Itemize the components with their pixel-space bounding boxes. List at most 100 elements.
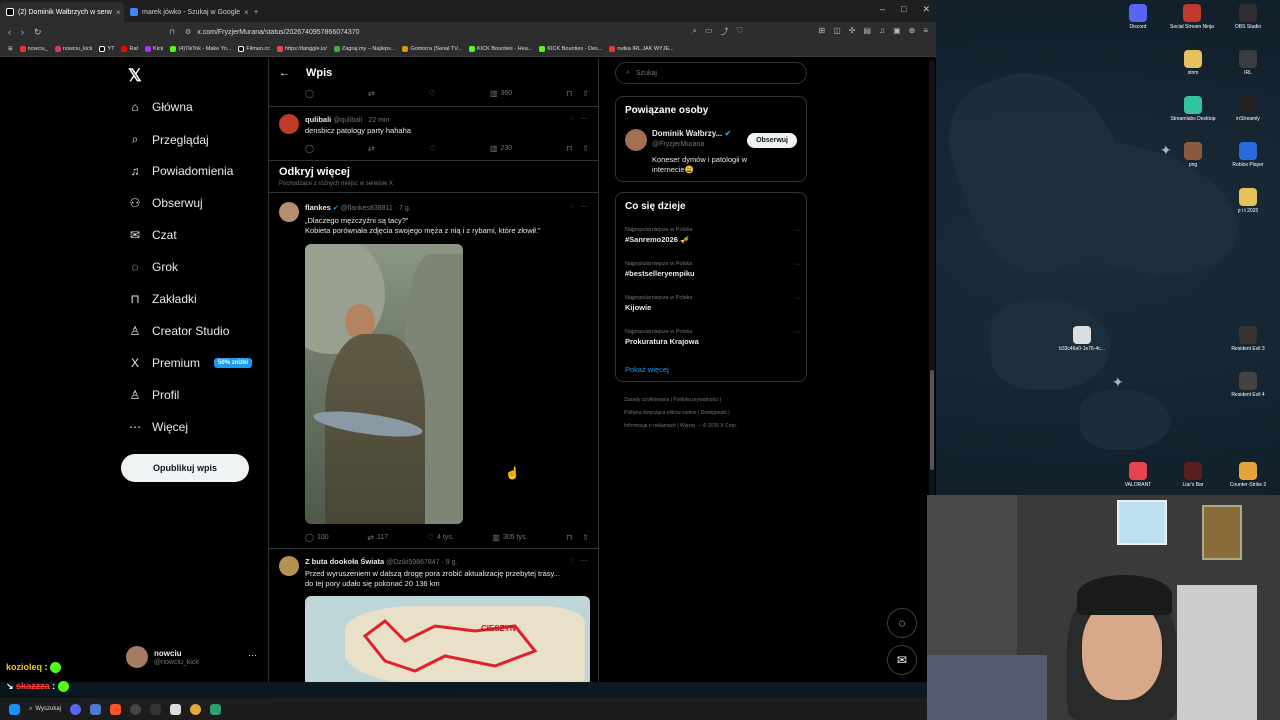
desktop-icon[interactable]: Roblox Player — [1218, 142, 1278, 168]
forward-icon[interactable]: › — [21, 27, 24, 38]
apps-icon[interactable]: ⊞ — [8, 46, 13, 52]
like-button[interactable]: ♡ 4 tys. — [427, 533, 454, 542]
wallet-icon[interactable]: ▣ — [893, 26, 901, 37]
sidebar-item-główna[interactable]: ⌂ Główna — [128, 100, 192, 114]
close-window-icon[interactable]: ✕ — [922, 4, 930, 15]
share-icon[interactable]: ⇧ — [582, 144, 589, 153]
bookmark-item[interactable]: Zagraj.my – Najleps... — [333, 46, 395, 52]
more-icon[interactable]: ··· — [248, 650, 257, 660]
desktop-icon[interactable]: VALORANT — [1108, 462, 1168, 488]
sidebar-item-grok[interactable]: ◌ Grok — [128, 260, 178, 274]
brave-shield-icon[interactable]: ⛉ — [737, 26, 743, 37]
messages-fab-icon[interactable]: ✉ — [887, 645, 917, 675]
more-icon[interactable]: ··· — [794, 329, 801, 336]
publish-button[interactable]: Opublikuj wpis — [121, 454, 249, 482]
minimize-icon[interactable]: – — [880, 4, 885, 15]
more-icon[interactable]: ··· — [794, 227, 801, 234]
author-handle[interactable]: @qulibali — [333, 117, 362, 124]
discord-taskbar-icon[interactable] — [70, 703, 81, 715]
views-button[interactable]: ▥ 305 tys. — [492, 533, 527, 542]
maximize-icon[interactable]: □ — [901, 4, 906, 15]
views-button[interactable]: ▥ 360 — [490, 89, 512, 98]
grok-icon[interactable]: ◌ — [569, 556, 574, 565]
bookmark-item[interactable]: Rat — [121, 46, 138, 52]
grok-icon[interactable]: ◌ — [569, 114, 574, 123]
reply-button[interactable]: ◯ 100 — [305, 533, 329, 542]
author-handle[interactable]: @flankes838811 — [341, 205, 393, 212]
author-name[interactable]: Z buta dookoła Świata — [305, 557, 384, 566]
desktop-icon[interactable]: Streamlabs Desktop — [1163, 96, 1223, 122]
author-handle[interactable]: @Dziki59867847 — [386, 559, 439, 566]
obs-taskbar-icon[interactable] — [130, 703, 141, 715]
footer-link[interactable]: Polityka dotycząca plików cookie | Dostę… — [624, 407, 809, 420]
bookmark-page-icon[interactable]: ⊓ — [170, 28, 175, 36]
share-icon[interactable]: ⤴ — [721, 26, 729, 37]
menu-icon[interactable]: ≡ — [923, 26, 928, 37]
bookmark-item[interactable]: KICK Bounties - Hea... — [469, 46, 532, 52]
grok-fab-icon[interactable]: ◌ — [887, 608, 917, 638]
views-button[interactable]: ▥ 230 — [490, 144, 512, 153]
bookmark-icon[interactable]: ⊓ — [566, 144, 572, 153]
sidebar-item-powiadomienia[interactable]: ♫ Powiadomienia — [128, 164, 234, 178]
share-icon[interactable]: ⇧ — [582, 89, 589, 98]
avatar[interactable] — [279, 114, 299, 134]
bookmark-item[interactable]: nutka IRL JAK WYJE... — [609, 46, 674, 52]
search-input[interactable]: ⌕ Szukaj — [615, 62, 807, 84]
like-icon[interactable]: ♡ — [429, 89, 436, 98]
desktop-icon[interactable]: Liar's Bar — [1163, 462, 1223, 488]
app-taskbar-icon[interactable] — [170, 703, 181, 715]
trend-item[interactable]: Najpopularniejsze w Polska #Sanremo2026 🎺… — [625, 227, 801, 244]
sidebar-item-czat[interactable]: ✉ Czat — [128, 228, 177, 242]
tweet-map-image[interactable]: CIESZYN — [305, 596, 590, 682]
grok-icon[interactable]: ◌ — [569, 202, 574, 211]
desktop-icon[interactable]: Discord — [1108, 4, 1168, 30]
footer-link[interactable]: Zasady użytkowania | Polityka prywatnośc… — [624, 394, 809, 407]
back-arrow-icon[interactable]: ← — [279, 67, 290, 79]
sidebar-icon[interactable]: ▤ — [864, 26, 872, 37]
more-icon[interactable]: ··· — [794, 261, 801, 268]
chrome-taskbar-icon[interactable] — [190, 703, 201, 715]
desktop-icon[interactable]: Resident Evil 4 — [1218, 372, 1278, 398]
terminal-taskbar-icon[interactable] — [150, 703, 161, 715]
bookmark-item[interactable]: Kick — [145, 46, 163, 52]
repost-icon[interactable]: ⇄ — [368, 89, 375, 98]
like-icon[interactable]: ♡ — [429, 144, 436, 153]
windows-start-icon[interactable] — [9, 703, 20, 715]
trend-item[interactable]: Najpopularniejsze w Polska Kijowie ··· — [625, 295, 801, 312]
bookmark-icon[interactable]: ⊓ — [566, 533, 572, 542]
sidebar-item-premium[interactable]: X Premium 50% zniżki — [128, 356, 253, 370]
timestamp[interactable]: · 7 g. — [395, 205, 411, 212]
person-name[interactable]: Dominik Wałbrzy... ✔ — [652, 129, 731, 138]
trend-item[interactable]: Najpopularniejsze w Polska Prokuratura Kr… — [625, 329, 801, 346]
sidebar-item-przeglądaj[interactable]: ⌕ Przeglądaj — [128, 132, 209, 147]
bookmark-icon[interactable]: ⊓ — [566, 89, 572, 98]
follow-button[interactable]: Obserwuj — [747, 133, 797, 148]
tab-x-post[interactable]: (2) Dominik Wałbrzych w serw × — [0, 2, 124, 22]
puzzle-icon[interactable]: ✣ — [849, 26, 856, 37]
bookmark-item[interactable]: KICK Bounties - Des... — [539, 46, 602, 52]
repost-icon[interactable]: ⇄ — [368, 144, 375, 153]
desktop-icon[interactable]: Social Stream Ninja — [1162, 4, 1222, 30]
more-icon[interactable]: ··· — [794, 295, 801, 302]
brave-taskbar-icon[interactable] — [110, 703, 121, 715]
more-icon[interactable]: ··· — [580, 202, 588, 211]
repost-button[interactable]: ⇄ 117 — [367, 533, 388, 542]
url-input[interactable]: x.com/FryzjerMurana/status/2026740957866… — [197, 29, 359, 36]
show-more-link[interactable]: Pokaż więcej — [625, 365, 669, 374]
desktop-icon[interactable]: OBS Studio — [1218, 4, 1278, 30]
footer-link[interactable]: Informacja o reklamach | Więcej ··· © 20… — [624, 420, 809, 433]
author-name[interactable]: qulibali — [305, 115, 331, 124]
sidebar-item-zakładki[interactable]: ⊓ Zakładki — [128, 292, 196, 306]
bookmark-item[interactable]: nowciu_ — [19, 46, 48, 52]
bookmark-item[interactable]: (4)TikTok - Make Yo... — [170, 46, 231, 52]
extension-icon[interactable]: ◫ — [833, 26, 841, 37]
tab-google-search[interactable]: marek jówko - Szukaj w Google × — [124, 2, 248, 22]
account-switcher[interactable]: nowciu @nowciu_kick — [126, 646, 199, 668]
desktop-icon[interactable]: Resident Evil 3 — [1218, 326, 1278, 352]
sidebar-item-creator-studio[interactable]: ♙ Creator Studio — [128, 324, 230, 338]
author-name[interactable]: flankes — [305, 203, 331, 212]
reply-icon[interactable]: ◯ — [305, 89, 314, 98]
timestamp[interactable]: · 22 min — [364, 117, 389, 124]
desktop-icon[interactable]: p i t 2025 — [1218, 188, 1278, 214]
more-icon[interactable]: ··· — [580, 114, 588, 123]
